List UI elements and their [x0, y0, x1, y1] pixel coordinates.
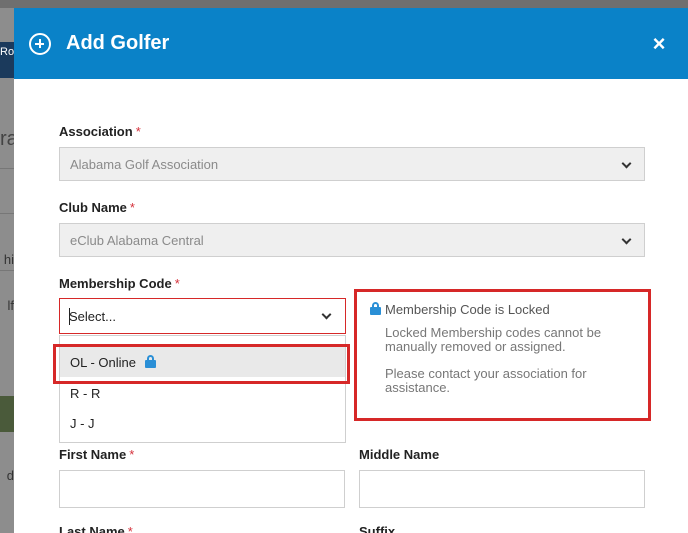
suffix-label: Suffix: [359, 524, 396, 533]
chevron-down-icon: [321, 309, 332, 320]
add-golfer-modal: Add Golfer × Association * Alabama Golf A…: [14, 8, 688, 533]
highlight-box-locked-option: [53, 344, 350, 384]
background-divider: [0, 213, 14, 214]
required-marker: *: [135, 124, 141, 139]
modal-header: Add Golfer ×: [14, 8, 688, 79]
required-marker: *: [129, 200, 135, 215]
background-fragment: lf: [7, 298, 15, 313]
required-marker: *: [174, 276, 180, 291]
background-fragment: hi: [3, 252, 14, 267]
last-name-label: Last Name *: [59, 524, 133, 533]
plus-circle-icon: [29, 33, 51, 55]
lock-icon: [370, 302, 381, 315]
first-name-label: First Name *: [59, 447, 135, 462]
membership-code-label: Membership Code *: [59, 276, 180, 291]
membership-code-value: Select...: [69, 309, 116, 324]
close-icon[interactable]: ×: [650, 33, 668, 55]
association-select[interactable]: Alabama Golf Association: [59, 147, 645, 181]
required-marker: *: [129, 447, 135, 462]
background-divider: [0, 270, 14, 271]
option-label: J - J: [70, 416, 95, 431]
association-label: Association *: [59, 124, 141, 139]
club-name-value: eClub Alabama Central: [70, 233, 204, 248]
background-fragment: ra: [0, 128, 14, 150]
dropdown-option-j[interactable]: J - J: [60, 408, 345, 438]
locked-info-title: Membership Code is Locked: [385, 302, 550, 317]
first-name-input[interactable]: [59, 470, 345, 508]
locked-info-text: Locked Membership codes cannot be manual…: [385, 325, 602, 354]
chevron-down-icon: [621, 234, 632, 245]
background-fragment: d: [6, 468, 14, 483]
background-fragment: Ro: [0, 46, 14, 58]
background-left-strip: Ro ra hi lf d: [0, 8, 14, 533]
option-label: R - R: [70, 386, 101, 401]
modal-title: Add Golfer: [66, 32, 170, 54]
club-name-select[interactable]: eClub Alabama Central: [59, 223, 645, 257]
chevron-down-icon: [621, 158, 632, 169]
locked-info-contact: Please contact your association for assi…: [385, 366, 587, 395]
club-name-label: Club Name *: [59, 200, 135, 215]
background-top-strip: [0, 0, 688, 8]
background-divider: [0, 168, 14, 169]
required-marker: *: [127, 524, 133, 533]
association-value: Alabama Golf Association: [70, 157, 219, 172]
membership-code-select[interactable]: Select...: [59, 298, 346, 334]
middle-name-input[interactable]: [359, 470, 645, 508]
middle-name-label: Middle Name: [359, 447, 440, 462]
background-green-block: [0, 396, 14, 432]
